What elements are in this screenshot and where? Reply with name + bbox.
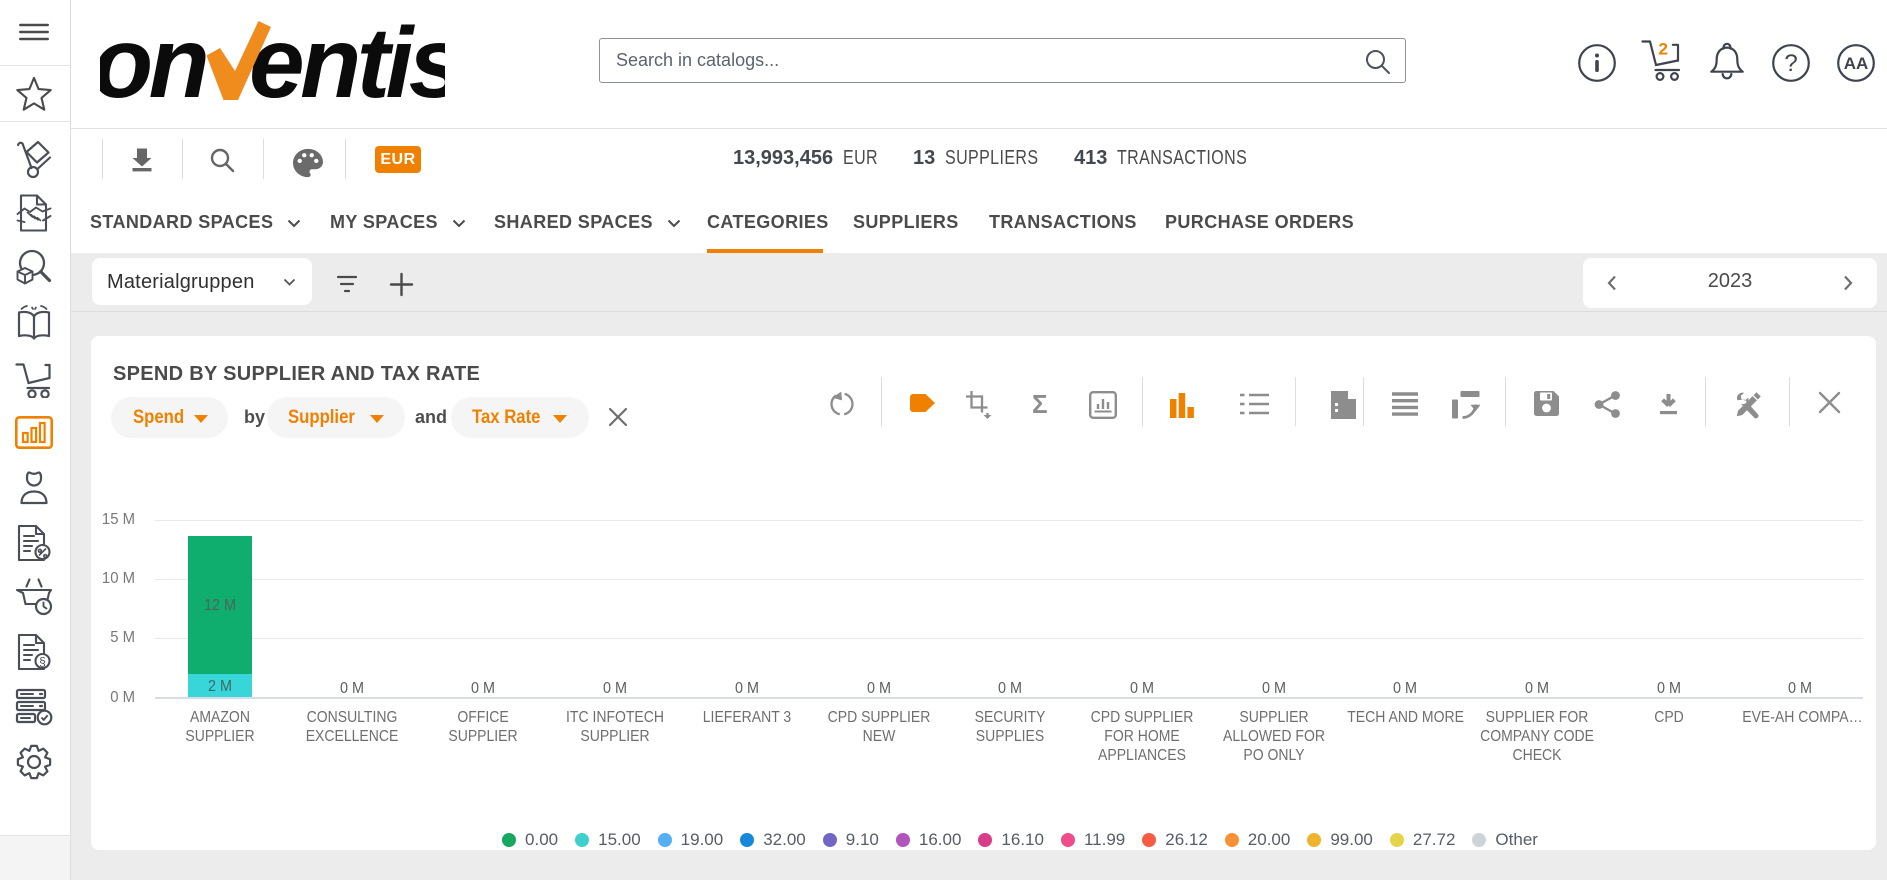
svg-text:2: 2: [1659, 40, 1668, 59]
svg-text:on: on: [100, 10, 206, 105]
svg-text:§: §: [39, 655, 46, 669]
svg-text:entis: entis: [249, 10, 445, 105]
svg-text:?: ?: [1784, 50, 1797, 77]
svg-text:AA: AA: [1844, 54, 1869, 73]
